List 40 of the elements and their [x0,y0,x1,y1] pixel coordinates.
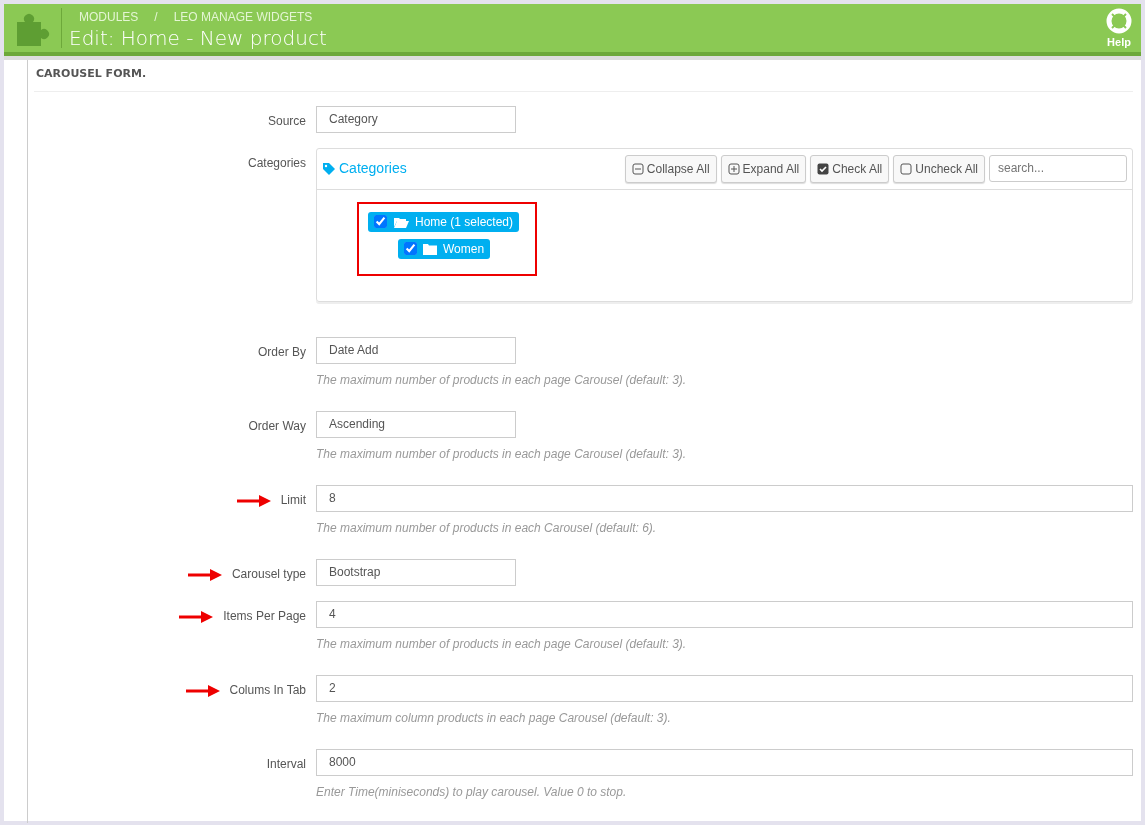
field-label: Order By [258,343,306,361]
tree-button[interactable]: Uncheck All [893,154,985,183]
field-label: Colums In Tab [229,681,306,699]
input-field[interactable]: 8 [316,484,1133,512]
select-field[interactable]: Category [316,105,516,133]
input-field[interactable]: 2 [316,674,1133,702]
field-label: Categories [247,154,306,172]
select-field[interactable]: Bootstrap [316,558,516,586]
lifebuoy-icon [1106,8,1132,34]
tree-checkbox[interactable] [374,215,387,228]
field-label: Carousel type [231,565,306,583]
tree-button[interactable]: Collapse All [624,154,717,183]
panel-title: CAROUSEL FORM. [34,60,1133,92]
help-text: The maximum number of products in each page Carousel (default: 3). [316,635,688,653]
field-label: Interval [266,755,306,773]
field-label: Source [267,112,306,130]
tree-button[interactable]: Check All [810,154,890,183]
input-field[interactable]: 8000 [316,748,1133,776]
square-icon [900,162,913,175]
plus-square-icon [727,162,740,175]
checked-square-icon [817,162,830,175]
field-label: Items Per Page [223,607,306,625]
tree-title: Categories [339,159,407,178]
search-field[interactable]: search... [989,154,1127,182]
tag-icon [323,162,335,175]
select-field[interactable]: Ascending [316,410,516,438]
help-text: Enter Time(miniseconds) to play carousel. Value 0 to stop. [316,783,628,801]
help-text: The maximum number of products in each page Carousel (default: 3). [316,371,688,389]
input-field[interactable]: 4 [316,600,1133,628]
field-label: Limit [280,491,306,509]
help-text: The maximum column products in each page Carousel (default: 3). [316,709,672,727]
minus-square-icon [631,162,644,175]
tree-button[interactable]: Expand All [720,154,807,183]
field-label: Order Way [248,417,306,435]
breadcrumb-separator: / [154,9,158,26]
help-text: The maximum number of products in each Carousel (default: 6). [316,519,658,537]
select-field[interactable]: Date Add [316,336,516,364]
tree-checkbox[interactable] [404,242,417,255]
page-title: Edit: Home - New product [69,26,328,50]
help-text: The maximum number of products in each page Carousel (default: 3). [316,445,688,463]
